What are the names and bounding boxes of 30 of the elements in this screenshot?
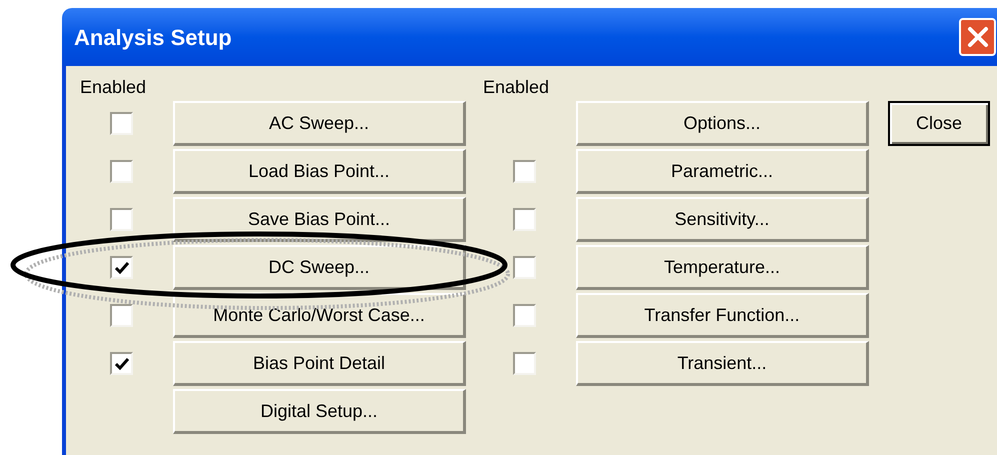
close-window-button[interactable] bbox=[959, 18, 996, 56]
analysis-button[interactable]: Options... bbox=[576, 101, 869, 146]
analysis-button[interactable]: Transient... bbox=[576, 341, 869, 386]
analysis-button[interactable]: Digital Setup... bbox=[173, 389, 466, 434]
checkmark-icon bbox=[114, 358, 128, 370]
analysis-button[interactable]: AC Sweep... bbox=[173, 101, 466, 146]
analysis-button[interactable]: Load Bias Point... bbox=[173, 149, 466, 194]
close-button[interactable]: Close bbox=[888, 101, 990, 146]
close-icon bbox=[966, 26, 988, 48]
checkbox[interactable] bbox=[513, 256, 536, 279]
analysis-button[interactable]: Sensitivity... bbox=[576, 197, 869, 242]
checkbox[interactable] bbox=[110, 112, 133, 135]
checkbox[interactable] bbox=[513, 160, 536, 183]
checkbox[interactable] bbox=[110, 208, 133, 231]
checkbox[interactable] bbox=[110, 304, 133, 327]
checkbox[interactable] bbox=[110, 352, 133, 375]
checkmark-icon bbox=[114, 262, 128, 274]
analysis-button[interactable]: DC Sweep... bbox=[173, 245, 466, 290]
analysis-button[interactable]: Bias Point Detail bbox=[173, 341, 466, 386]
enabled-header: Enabled bbox=[483, 76, 550, 99]
analysis-button[interactable]: Temperature... bbox=[576, 245, 869, 290]
checkbox[interactable] bbox=[110, 160, 133, 183]
analysis-button[interactable]: Parametric... bbox=[576, 149, 869, 194]
analysis-button[interactable]: Transfer Function... bbox=[576, 293, 869, 338]
enabled-header: Enabled bbox=[80, 76, 148, 99]
window-title: Analysis Setup bbox=[73, 24, 232, 52]
checkbox[interactable] bbox=[513, 208, 536, 231]
checkbox[interactable] bbox=[513, 304, 536, 327]
checkbox[interactable] bbox=[110, 256, 133, 279]
checkbox[interactable] bbox=[513, 352, 536, 375]
